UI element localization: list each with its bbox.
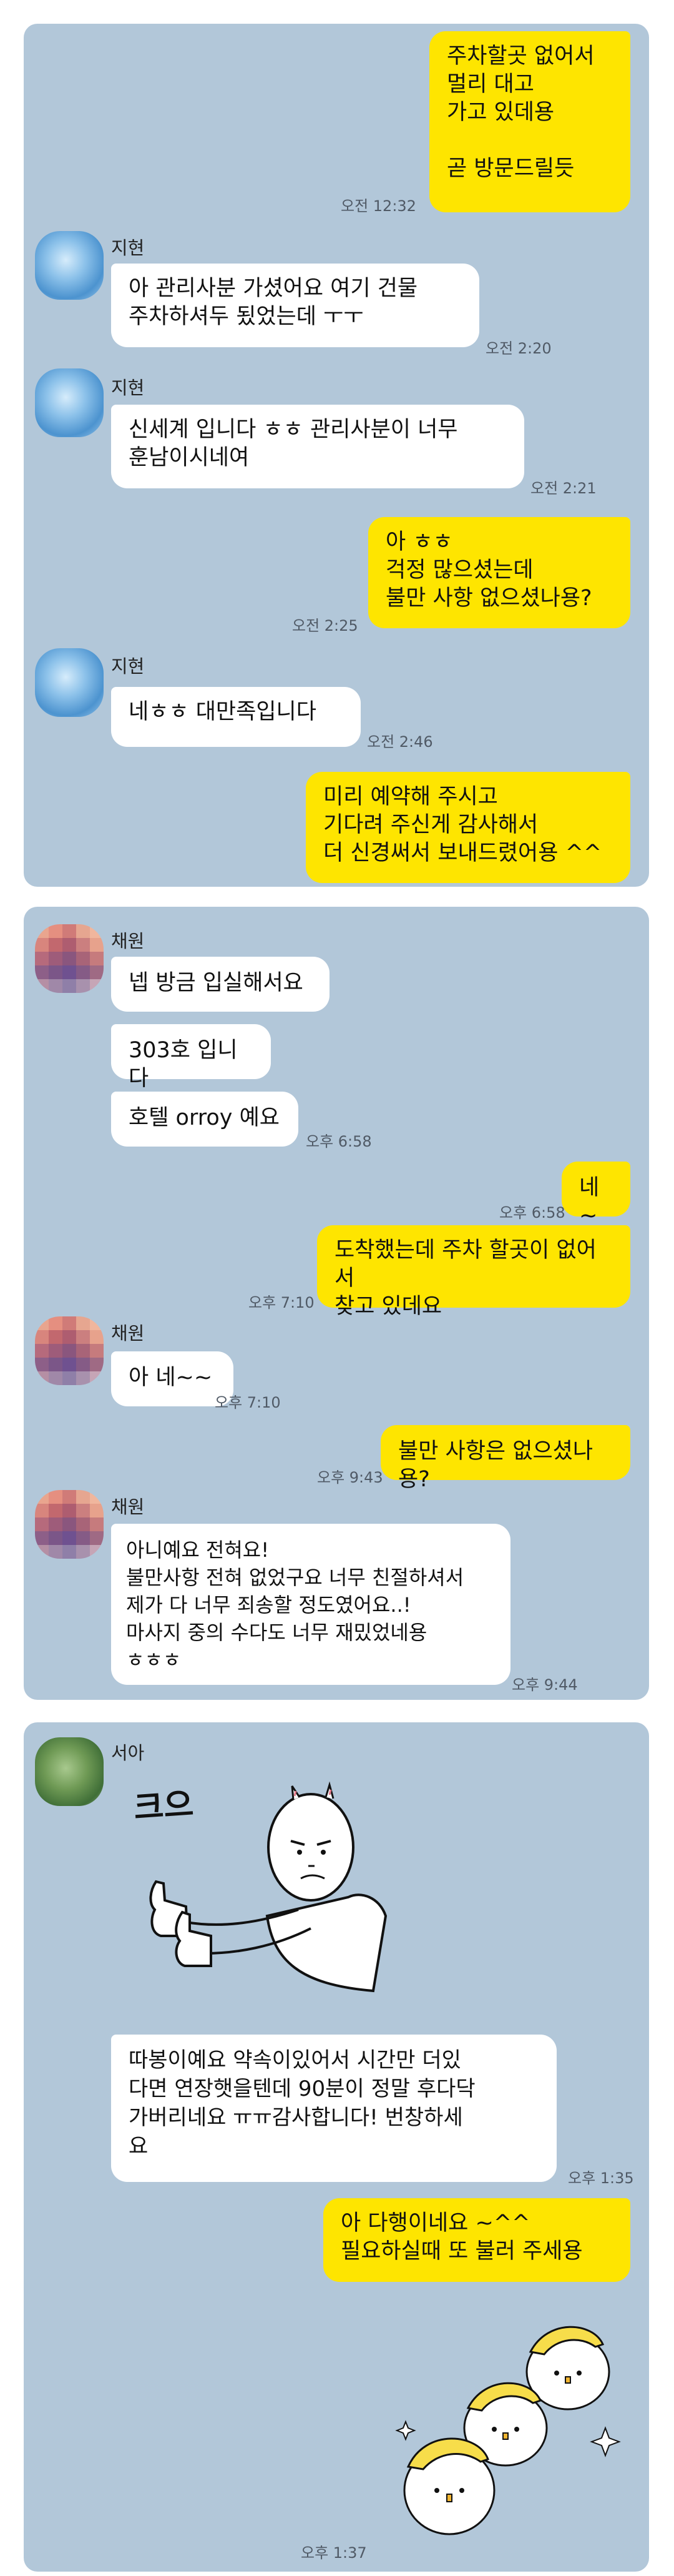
sender-name: 서아 (111, 1742, 145, 1764)
message-time: 오후 9:43 (317, 1469, 383, 1486)
avatar[interactable] (35, 1490, 104, 1559)
chat-panel-3: 서아 크으 따봉이예요 약속이있어서 시간만 더있 다면 연장햇을텐데 90분이… (24, 1722, 649, 2572)
message-bubble[interactable]: 도착했는데 주차 할곳이 없어서 찾고 있데요 (317, 1225, 630, 1319)
message-time: 오후 7:10 (248, 1294, 315, 1311)
avatar[interactable] (35, 924, 104, 993)
message-bubble[interactable]: 따봉이예요 약속이있어서 시간만 더있 다면 연장햇을텐데 90분이 정말 후다… (111, 2035, 557, 2182)
message-bubble[interactable]: 네ㅎㅎ 대만족입니다 (111, 687, 361, 747)
avatar[interactable] (35, 368, 104, 437)
message-bubble[interactable]: 아니예요 전혀요! 불만사항 전혀 없었구요 너무 친절하셔서 제가 다 너무 … (111, 1524, 510, 1685)
message-time: 오전 2:21 (530, 480, 597, 497)
message-bubble[interactable]: 미리 예약해 주시고 기다려 주신게 감사해서 더 신경써서 보내드렸어용 ^^ (306, 772, 630, 883)
chat-panel-2: 채원 넵 방금 입실해서요 303호 입니다 호텔 orroy 예요 오후 6:… (24, 907, 649, 1700)
sender-name: 채원 (111, 1323, 145, 1344)
message-bubble[interactable]: 아 ㅎㅎ 걱정 많으셨는데 불만 사항 없으셨나용? (368, 517, 630, 628)
message-bubble[interactable]: 호텔 orroy 예요 (111, 1092, 298, 1147)
sender-name: 채원 (111, 930, 145, 952)
message-time: 오전 2:46 (367, 733, 433, 751)
sender-name: 지현 (111, 377, 145, 398)
message-time: 오후 1:37 (301, 2544, 367, 2562)
message-time: 오후 7:10 (215, 1394, 281, 1411)
ducks-sticker[interactable] (381, 2303, 637, 2559)
message-time: 오후 1:35 (568, 2169, 634, 2187)
message-bubble[interactable]: 넵 방금 입실해서요 (111, 957, 330, 1012)
thumbs-up-sticker[interactable]: 크으 (111, 1772, 436, 2028)
message-time: 오후 9:44 (512, 1676, 578, 1694)
message-bubble[interactable]: 아 다행이네요 ~^^ 필요하실때 또 불러 주세용 (323, 2198, 630, 2282)
avatar[interactable] (35, 1737, 104, 1806)
duck-characters-icon (395, 2326, 621, 2535)
sender-name: 지현 (111, 237, 145, 259)
message-time: 오후 6:58 (306, 1133, 372, 1150)
message-bubble[interactable]: 불만 사항은 없으셨나용? (381, 1425, 630, 1492)
message-time: 오후 6:58 (499, 1204, 565, 1221)
message-time: 오전 2:20 (486, 340, 552, 357)
message-time: 오전 12:32 (341, 197, 416, 215)
sender-name: 지현 (111, 656, 145, 677)
avatar[interactable] (35, 648, 104, 717)
message-bubble[interactable]: 주차할곳 없어서 멀리 대고 가고 있데용 곧 방문드릴듯 (429, 31, 630, 212)
avatar[interactable] (35, 1316, 104, 1385)
sender-name: 채원 (111, 1496, 145, 1517)
sticker-caption: 크으 (132, 1785, 195, 1828)
message-bubble[interactable]: 신세계 입니다 ㅎㅎ 관리사분이 너무 훈남이시네여 (111, 405, 524, 488)
chat-panel-1: 주차할곳 없어서 멀리 대고 가고 있데용 곧 방문드릴듯 오전 12:32 지… (24, 24, 649, 887)
avatar[interactable] (35, 231, 104, 300)
message-bubble[interactable]: 303호 입니다 (111, 1024, 271, 1091)
message-bubble[interactable]: 아 관리사분 가셨어요 여기 건물 주차하셔두 됬었는데 ㅜㅜ (111, 264, 479, 347)
message-bubble[interactable]: 네 ~ (562, 1162, 630, 1228)
message-time: 오전 2:25 (292, 617, 358, 634)
